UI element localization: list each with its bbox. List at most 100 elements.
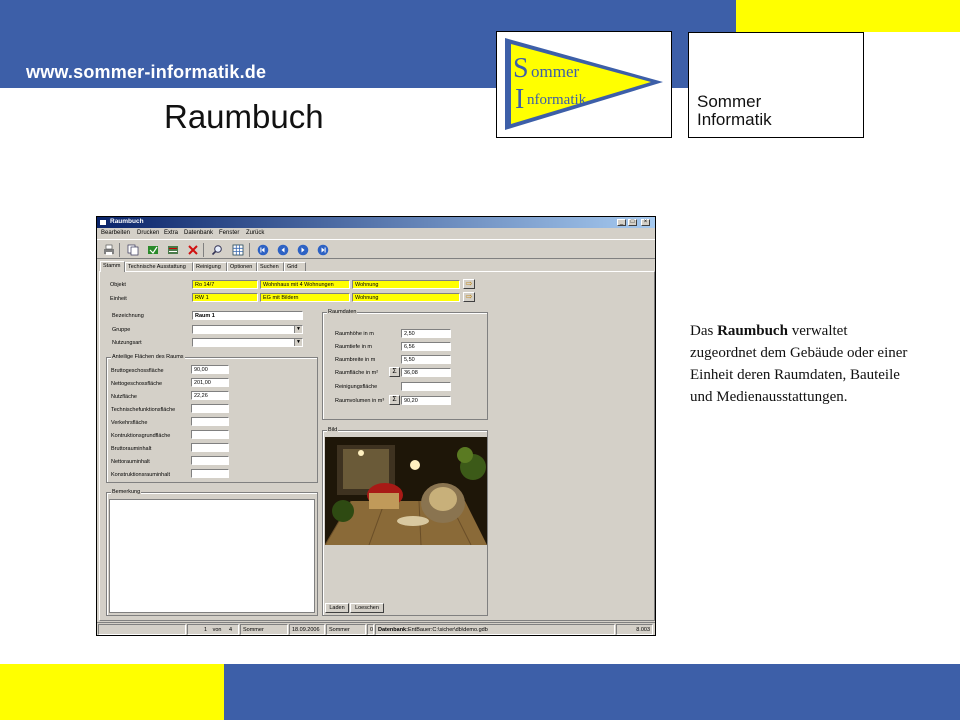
gruppe-select[interactable]: ▼ — [192, 325, 303, 334]
menu-drucken[interactable]: Drucken — [137, 230, 159, 236]
flaeche-field[interactable] — [191, 404, 229, 413]
desc-prefix: Das — [690, 323, 718, 339]
raumdaten-label: Reinigungsfläche — [335, 384, 378, 390]
status-user2: Sommer — [326, 624, 366, 635]
raumdaten-label: Raumfläche in m² — [335, 370, 379, 376]
flaeche-field[interactable]: 90,00 — [191, 365, 229, 374]
flaeche-field[interactable] — [191, 430, 229, 439]
status-version: 8.003 — [616, 624, 653, 635]
tab-stamm[interactable]: Stamm — [100, 261, 125, 272]
flaeche-label: Nettorauminhalt — [111, 459, 150, 465]
chevron-down-icon[interactable]: ▼ — [294, 326, 302, 333]
raumdaten-group: Raumdaten Raumhöhe in m 2,50 Raumtiefe i… — [322, 309, 488, 420]
chevron-down-icon[interactable]: ▼ — [294, 339, 302, 346]
next-record-icon[interactable] — [297, 244, 309, 256]
logo-text-line1: Sommer — [697, 92, 762, 111]
print-icon[interactable] — [103, 244, 115, 256]
raumhoehe-field[interactable]: 2,50 — [401, 329, 451, 338]
status-date: 18.09.2006 — [289, 624, 325, 635]
status-empty — [98, 624, 186, 635]
bemerkung-group: Bemerkung — [106, 489, 318, 616]
sigma-sum-button[interactable]: Σ — [389, 367, 400, 377]
database-icon[interactable] — [167, 244, 179, 256]
menu-bearbeiten[interactable]: Bearbeiten — [101, 230, 130, 236]
save-green-icon[interactable] — [147, 244, 159, 256]
flaeche-label: Technischefunktionsfläche — [111, 407, 176, 413]
gruppe-label: Gruppe — [112, 327, 131, 333]
objekt-goto-icon[interactable]: ⇨ — [463, 279, 475, 289]
menu-fenster[interactable]: Fenster — [219, 230, 239, 236]
sigma-sum-button[interactable]: Σ — [389, 395, 400, 405]
maximize-icon[interactable]: □ — [628, 219, 637, 226]
raumvolumen-field[interactable]: 90,20 — [401, 396, 451, 405]
nutzungsart-select[interactable]: ▼ — [192, 338, 303, 347]
einheit-type-field[interactable]: Wohnung — [352, 293, 460, 302]
objekt-name-field[interactable]: Wohnhaus mit 4 Wohnungen — [260, 280, 350, 289]
search-icon[interactable] — [211, 244, 223, 256]
einheit-name-field[interactable]: EG mit Bildern — [260, 293, 350, 302]
raumdaten-title: Raumdaten — [327, 309, 358, 315]
bottom-yellow-block — [0, 664, 224, 720]
flaeche-field[interactable]: 201,00 — [191, 378, 229, 387]
laden-button[interactable]: Laden — [325, 603, 349, 613]
raumdaten-label: Raumhöhe in m — [335, 331, 374, 337]
previous-record-icon[interactable] — [277, 244, 289, 256]
einheit-code-field[interactable]: RW 1 — [192, 293, 258, 302]
flaeche-label: Nettogeschossfläche — [111, 381, 163, 387]
minimize-icon[interactable]: _ — [617, 219, 626, 226]
app-icon — [99, 219, 107, 226]
status-db-label: Datenbank: — [378, 627, 408, 633]
status-db-path: EntBauer:C:\sicher\db\demo.gdb — [407, 627, 488, 633]
raumbreite-field[interactable]: 5,50 — [401, 355, 451, 364]
flaeche-field[interactable] — [191, 443, 229, 452]
objekt-code-field[interactable]: Ro 14/7 — [192, 280, 258, 289]
flaeche-label: Bruttogeschossfläche — [111, 368, 164, 374]
status-database: Datenbank:EntBauer:C:\sicher\db\demo.gdb — [375, 624, 615, 635]
raumflaeche-field[interactable]: 36,08 — [401, 368, 451, 377]
bezeichnung-field[interactable]: Raum 1 — [192, 311, 303, 320]
description-text: Das Raumbuch verwaltet zugeordnet dem Ge… — [690, 320, 910, 408]
window-titlebar: Raumbuch _ □ × — [97, 217, 655, 228]
bezeichnung-label: Bezeichnung — [112, 313, 144, 319]
bottom-blue-band — [224, 664, 960, 720]
flaeche-field[interactable] — [191, 456, 229, 465]
last-record-icon[interactable] — [317, 244, 329, 256]
website-url: www.sommer-informatik.de — [26, 62, 267, 82]
menu-extra[interactable]: Extra — [164, 230, 178, 236]
sommer-informatik-text-logo: Sommer Informatik — [688, 32, 864, 138]
loeschen-button[interactable]: Loeschen — [350, 603, 384, 613]
toolbar — [97, 239, 655, 259]
raumtiefe-field[interactable]: 6,56 — [401, 342, 451, 351]
copy-icon[interactable] — [127, 244, 139, 256]
logo-word-nformatik: nformatik — [527, 92, 587, 108]
flaeche-field[interactable] — [191, 417, 229, 426]
objekt-label: Objekt — [110, 282, 126, 288]
bemerkung-title: Bemerkung — [111, 489, 142, 495]
raumbuch-window: Raumbuch _ □ × Bearbeiten Drucken Extra … — [96, 216, 656, 636]
top-yellow-block — [736, 0, 960, 32]
objekt-type-field[interactable]: Wohnung — [352, 280, 460, 289]
einheit-goto-icon[interactable]: ⇨ — [463, 292, 475, 302]
window-title: Raumbuch — [110, 218, 144, 225]
status-record-number: 1 — [204, 627, 208, 633]
flaeche-field[interactable] — [191, 469, 229, 478]
reinigungsflaeche-field[interactable] — [401, 382, 451, 391]
menu-zurueck[interactable]: Zurück — [246, 230, 264, 236]
sommer-informatik-flag-logo: S ommer I nformatik — [496, 31, 672, 138]
status-total: 4 — [229, 627, 233, 633]
delete-icon[interactable] — [187, 244, 199, 256]
menubar: Bearbeiten Drucken Extra Datenbank Fenst… — [97, 228, 655, 238]
grid-icon[interactable] — [232, 244, 244, 256]
einheit-label: Einheit — [110, 296, 127, 302]
flaeche-label: Konstruktionsrauminhalt — [111, 472, 171, 478]
bild-title: Bild — [327, 427, 339, 433]
menu-datenbank[interactable]: Datenbank — [184, 230, 213, 236]
anteilige-flaechen-group: Anteilige Flächen des Raums Bruttogescho… — [106, 354, 318, 483]
raumdaten-label: Raumbreite in m — [335, 357, 376, 363]
raumdaten-label: Raumvolumen in m³ — [335, 398, 385, 404]
flaeche-field[interactable]: 22,26 — [191, 391, 229, 400]
bemerkung-textarea[interactable] — [109, 499, 315, 613]
close-icon[interactable]: × — [641, 219, 650, 226]
first-record-icon[interactable] — [257, 244, 269, 256]
bild-group: Bild Laden Loeschen — [322, 427, 488, 616]
